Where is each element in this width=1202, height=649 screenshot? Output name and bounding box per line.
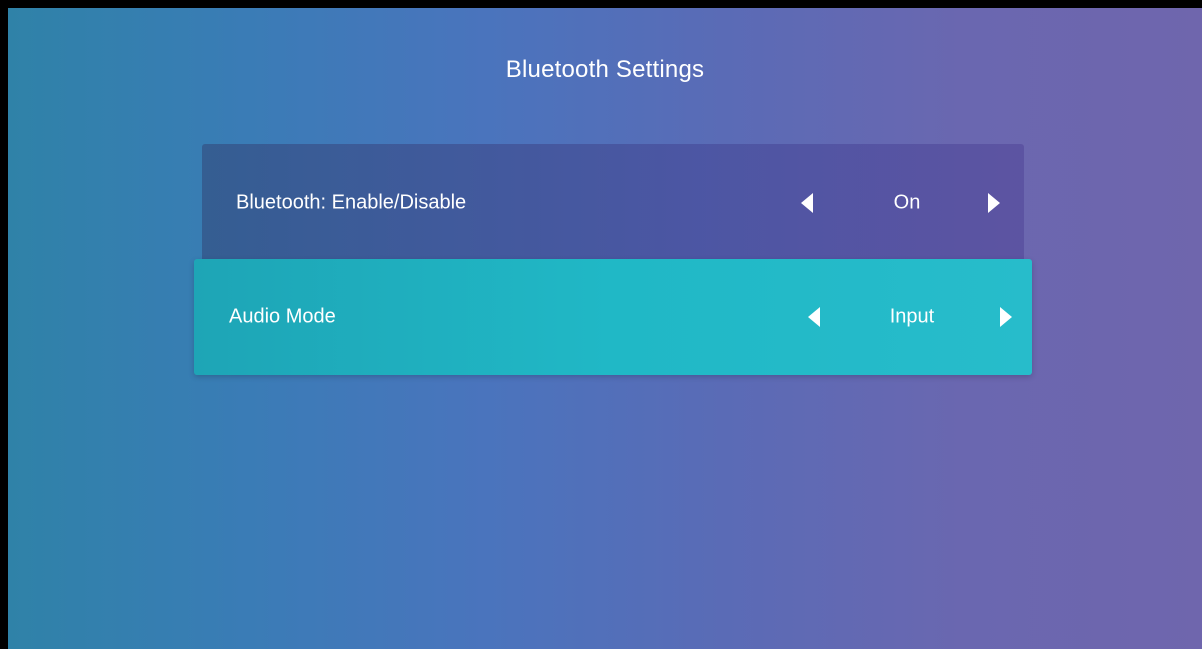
setting-row-audio-mode[interactable]: Audio Mode Input xyxy=(194,259,1032,375)
page-title: Bluetooth Settings xyxy=(505,56,705,83)
setting-value: On xyxy=(893,191,921,214)
setting-row-bluetooth[interactable]: Bluetooth: Enable/Disable On xyxy=(202,144,1024,262)
triangle-right-icon[interactable] xyxy=(1000,307,1012,327)
setting-value: Input xyxy=(889,305,935,328)
setting-label: Bluetooth: Enable/Disable xyxy=(236,191,467,214)
setting-label: Audio Mode xyxy=(229,305,336,328)
triangle-left-icon[interactable] xyxy=(808,307,820,327)
triangle-left-icon[interactable] xyxy=(801,193,813,213)
settings-screen: Bluetooth Settings Bluetooth: Enable/Dis… xyxy=(8,8,1202,649)
triangle-right-icon[interactable] xyxy=(988,193,1000,213)
